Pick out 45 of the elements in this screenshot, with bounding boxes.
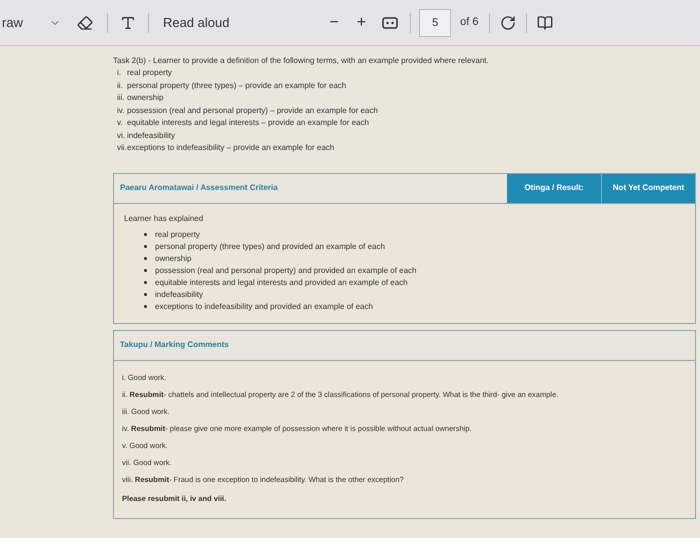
result-label: Otinga / Result: bbox=[507, 174, 601, 202]
result-value: Not Yet Competent bbox=[601, 174, 695, 202]
task-item: possession (real and personal property) – provide an example for each bbox=[127, 104, 378, 117]
zoom-in-button[interactable]: + bbox=[356, 14, 366, 30]
task-item: personal property (three types) – provide an example for each bbox=[127, 80, 346, 92]
bullet-icon bbox=[144, 281, 147, 284]
fit-width-icon[interactable] bbox=[382, 16, 398, 28]
rotate-icon[interactable] bbox=[500, 14, 516, 30]
page-count: of 6 bbox=[460, 15, 478, 30]
bullet-icon bbox=[144, 269, 147, 272]
bullet-icon bbox=[144, 293, 147, 296]
page-view-icon[interactable] bbox=[536, 14, 552, 30]
page-number-field[interactable]: 5 bbox=[419, 8, 452, 36]
criteria-item: exceptions to indefeasibility and provided an example of each bbox=[155, 300, 373, 312]
eraser-icon[interactable] bbox=[76, 14, 93, 30]
criteria-item: personal property (three types) and provided an example of each bbox=[155, 240, 385, 252]
criteria-item: equitable interests and legal interests and provided an example of each bbox=[155, 276, 408, 288]
criteria-item: possession (real and personal property) and provided an example of each bbox=[155, 264, 416, 276]
criteria-item: real property bbox=[155, 228, 200, 240]
list-numeral: v. bbox=[117, 117, 124, 129]
list-numeral: ii. bbox=[117, 80, 124, 92]
read-aloud-button[interactable]: Read aloud bbox=[162, 12, 230, 32]
list-numeral: vi. bbox=[117, 130, 126, 142]
task-item: equitable interests and legal interests – provide an example for each bbox=[127, 117, 369, 129]
criteria-item: ownership bbox=[155, 252, 192, 264]
list-numeral: iv. bbox=[117, 104, 126, 116]
bullet-icon bbox=[144, 257, 147, 260]
task-item: exceptions to indefeasibility – provide an example for each bbox=[127, 142, 334, 154]
criteria-title: Paearu Aromatawai / Assessment Criteria bbox=[119, 182, 279, 194]
task-heading: Task 2(b) - Learner to provide a definition of the following terms, with an example provided where relevant. bbox=[113, 55, 490, 67]
task-item: ownership bbox=[127, 92, 164, 104]
list-numeral: i. bbox=[117, 67, 122, 79]
draw-label[interactable]: raw bbox=[2, 12, 23, 32]
zoom-out-button[interactable]: − bbox=[329, 14, 339, 30]
bullet-icon bbox=[144, 305, 147, 308]
criteria-item: indefeasibility bbox=[155, 288, 204, 300]
list-numeral: iii. bbox=[117, 92, 126, 104]
bullet-icon bbox=[144, 233, 147, 236]
text-icon[interactable] bbox=[120, 14, 136, 30]
criteria-intro: Learner has explained bbox=[124, 212, 204, 224]
list-numeral: vii. bbox=[117, 142, 127, 154]
task-item: real property bbox=[127, 67, 172, 79]
bullet-icon bbox=[144, 245, 147, 248]
task-item: indefeasibility bbox=[127, 130, 176, 142]
comments-title: Takupu / Marking Comments bbox=[120, 339, 229, 351]
